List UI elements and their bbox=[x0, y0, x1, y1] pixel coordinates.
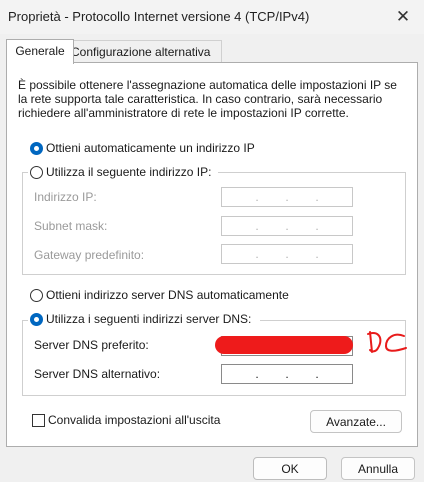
alternate-dns-label: Server DNS alternativo: bbox=[34, 367, 161, 381]
redaction-mark bbox=[215, 336, 353, 354]
radio-dns-manual-label[interactable]: Utilizza i seguenti indirizzi server DNS… bbox=[46, 312, 251, 326]
radio-dns-auto[interactable] bbox=[30, 289, 43, 302]
radio-ip-auto[interactable] bbox=[30, 142, 43, 155]
window-title: Proprietà - Protocollo Internet versione… bbox=[8, 9, 310, 24]
alternate-dns-input[interactable]: ... bbox=[221, 364, 353, 384]
dns-group-box bbox=[22, 320, 406, 396]
gateway-input: ... bbox=[221, 244, 353, 264]
validate-label[interactable]: Convalida impostazioni all'uscita bbox=[48, 413, 220, 427]
ip-address-label: Indirizzo IP: bbox=[34, 190, 97, 204]
radio-ip-manual-label[interactable]: Utilizza il seguente indirizzo IP: bbox=[46, 165, 211, 179]
subnet-mask-input: ... bbox=[221, 216, 353, 236]
advanced-button[interactable]: Avanzate... bbox=[310, 410, 402, 433]
validate-checkbox[interactable] bbox=[32, 414, 45, 427]
description-text: È possibile ottenere l'assegnazione auto… bbox=[18, 78, 397, 120]
handwritten-annotation bbox=[367, 331, 407, 353]
cancel-button[interactable]: Annulla bbox=[341, 457, 415, 480]
radio-dns-auto-label[interactable]: Ottieni indirizzo server DNS automaticam… bbox=[46, 288, 289, 302]
tab-configurazione-alternativa[interactable]: Configurazione alternativa bbox=[66, 40, 222, 63]
radio-dns-manual[interactable] bbox=[30, 313, 43, 326]
subnet-mask-label: Subnet mask: bbox=[34, 219, 108, 233]
radio-ip-auto-label[interactable]: Ottieni automaticamente un indirizzo IP bbox=[46, 141, 255, 155]
preferred-dns-label: Server DNS preferito: bbox=[34, 338, 149, 352]
gateway-label: Gateway predefinito: bbox=[34, 248, 145, 262]
radio-ip-manual[interactable] bbox=[30, 166, 43, 179]
ok-button[interactable]: OK bbox=[253, 457, 327, 480]
ip-address-input: ... bbox=[221, 187, 353, 207]
tab-generale[interactable]: Generale bbox=[6, 39, 74, 64]
close-icon[interactable]: ✕ bbox=[392, 6, 414, 28]
